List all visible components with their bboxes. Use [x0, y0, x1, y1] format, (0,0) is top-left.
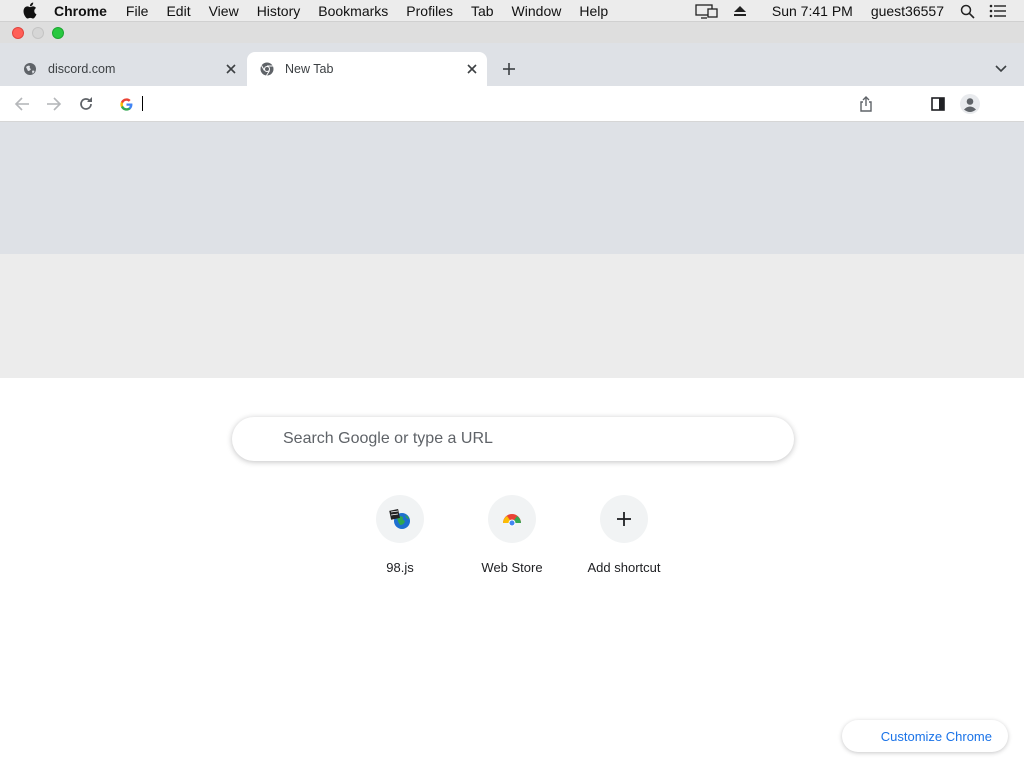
- macos-menu-bar: Chrome File Edit View History Bookmarks …: [0, 0, 1024, 22]
- google-g-icon: [119, 97, 133, 111]
- globe-icon: [376, 495, 424, 543]
- menu-window[interactable]: Window: [512, 3, 562, 19]
- shortcut-web-store[interactable]: Web Store: [456, 494, 568, 584]
- ntp-background-top: [0, 122, 1024, 254]
- menu-edit[interactable]: Edit: [166, 3, 190, 19]
- webstore-icon: [488, 495, 536, 543]
- menu-profiles[interactable]: Profiles: [406, 3, 453, 19]
- apple-icon[interactable]: [18, 2, 40, 19]
- reload-icon[interactable]: [76, 94, 96, 114]
- share-icon[interactable]: [856, 94, 876, 114]
- window-close-button[interactable]: [12, 27, 24, 39]
- customize-chrome-button[interactable]: Customize Chrome: [842, 720, 1008, 752]
- shortcut-label: 98.js: [386, 560, 414, 575]
- plus-icon: [600, 495, 648, 543]
- close-icon[interactable]: [463, 60, 481, 78]
- notification-list-icon[interactable]: [986, 4, 1010, 18]
- eject-icon[interactable]: [728, 5, 752, 17]
- menu-history[interactable]: History: [257, 3, 301, 19]
- menu-bookmarks[interactable]: Bookmarks: [318, 3, 388, 19]
- text-caret: [142, 96, 143, 111]
- customize-chrome-label: Customize Chrome: [880, 728, 992, 744]
- ntp-search-box[interactable]: [232, 417, 794, 461]
- add-shortcut-button[interactable]: Add shortcut: [568, 494, 680, 584]
- tab-title: discord.com: [48, 62, 116, 76]
- tab-discord[interactable]: discord.com: [10, 52, 246, 86]
- window-zoom-button[interactable]: [52, 27, 64, 39]
- chevron-down-icon[interactable]: [992, 60, 1010, 78]
- forward-icon[interactable]: [44, 94, 64, 114]
- chrome-icon: [259, 61, 275, 77]
- menu-tab[interactable]: Tab: [471, 3, 494, 19]
- menubar-user[interactable]: guest36557: [871, 3, 944, 19]
- profile-icon[interactable]: [959, 93, 981, 115]
- tab-new-tab[interactable]: New Tab: [247, 52, 487, 86]
- shortcut-label: Add shortcut: [587, 560, 661, 575]
- back-icon[interactable]: [12, 94, 32, 114]
- omnibox[interactable]: [112, 92, 842, 116]
- close-icon[interactable]: [222, 60, 240, 78]
- tab-strip: discord.com New Tab: [0, 43, 1024, 86]
- menubar-clock[interactable]: Sun 7:41 PM: [772, 3, 853, 19]
- globe-icon: [22, 61, 38, 77]
- spotlight-search-icon[interactable]: [956, 4, 978, 19]
- menu-file[interactable]: File: [126, 3, 149, 19]
- search-input[interactable]: [283, 430, 763, 448]
- ntp-background-middle: [0, 254, 1024, 378]
- display-icon[interactable]: [694, 3, 720, 19]
- menu-app-chrome[interactable]: Chrome: [54, 3, 107, 19]
- browser-toolbar: [0, 86, 1024, 122]
- menu-view[interactable]: View: [209, 3, 239, 19]
- menu-help[interactable]: Help: [579, 3, 608, 19]
- new-tab-plus-icon[interactable]: [499, 59, 519, 79]
- side-panel-icon[interactable]: [928, 94, 948, 114]
- tab-title: New Tab: [285, 62, 334, 76]
- address-input[interactable]: [140, 94, 740, 114]
- shortcut-98js[interactable]: 98.js: [344, 494, 456, 584]
- window-titlebar: [0, 22, 1024, 43]
- window-minimize-button[interactable]: [32, 27, 44, 39]
- shortcut-label: Web Store: [481, 560, 543, 575]
